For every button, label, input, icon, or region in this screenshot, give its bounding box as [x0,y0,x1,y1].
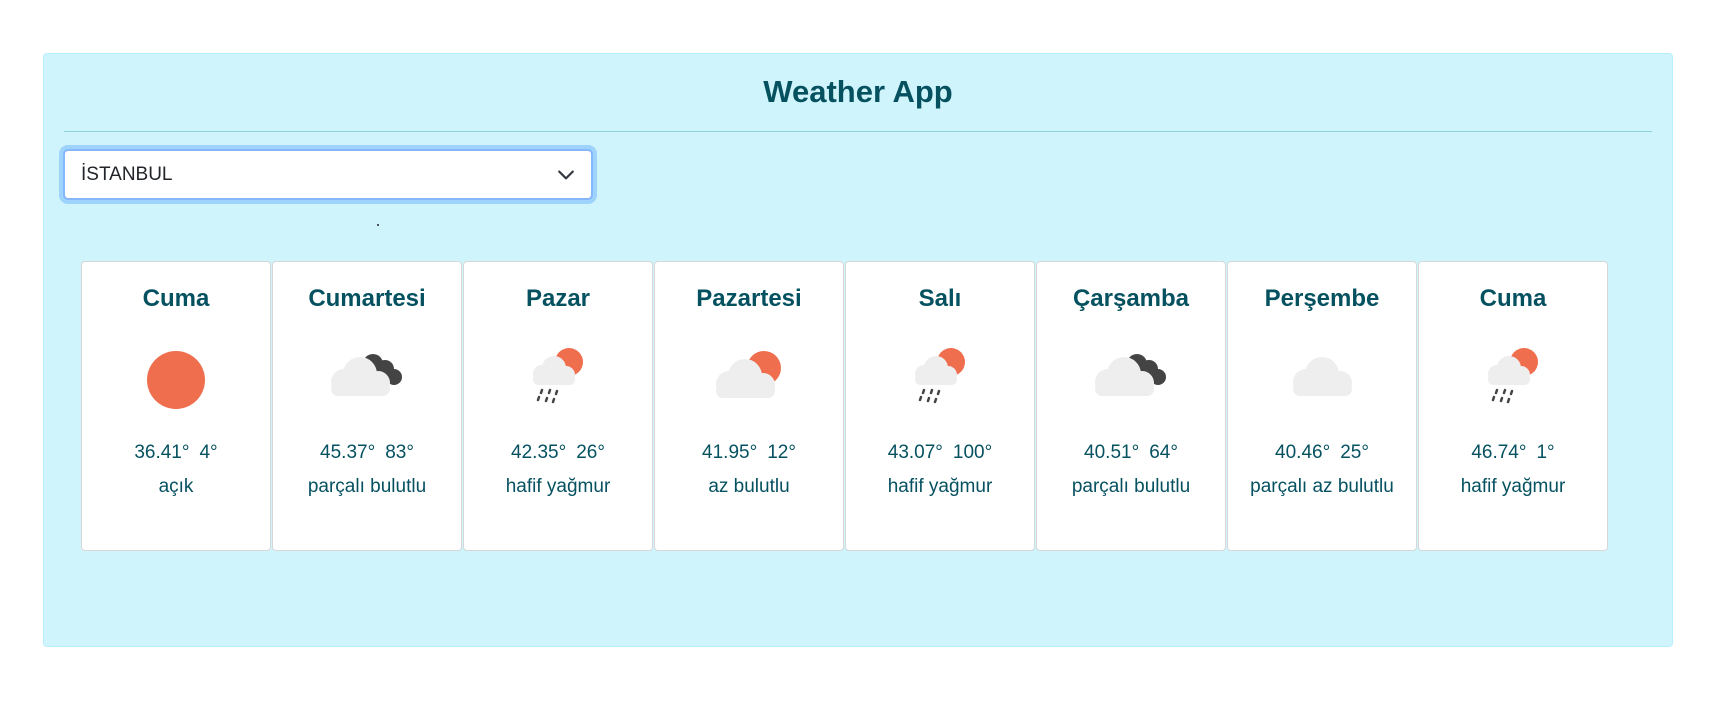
light-rain-icon [846,344,1034,416]
forecast-card: Cuma 46.74° 1° hafif yağmur [1418,261,1608,551]
weather-description: açık [158,476,194,497]
weather-description: hafif yağmur [505,476,611,497]
temperatures: 43.07° 100° [846,442,1034,464]
temp-secondary: 25° [1340,442,1369,463]
scattered-clouds-icon [1293,357,1352,396]
scattered-clouds-icon [1228,344,1416,416]
stray-dot [377,224,379,226]
chevron-down-icon [558,170,574,179]
forecast-list: Cuma 36.41° 4° açık Cumartesi 45.37° 83° p… [81,261,1609,551]
day-name: Cuma [142,285,210,312]
light-rain-icon [1488,348,1538,404]
temp-secondary: 64° [1149,442,1178,463]
city-select[interactable]: İSTANBUL [63,149,593,200]
temperatures: 45.37° 83° [273,442,461,464]
light-rain-icon [533,348,583,404]
forecast-card: Çarşamba 40.51° 64° parçalı bulutlu [1036,261,1226,551]
light-rain-icon [464,344,652,416]
forecast-card: Salı 43.07° 100° hafif yağmur [845,261,1035,551]
forecast-card: Cumartesi 45.37° 83° parçalı bulutlu [272,261,462,551]
day-name: Pazar [525,285,591,312]
temp-secondary: 100° [952,442,993,463]
day-name: Perşembe [1264,285,1380,312]
temp-main: 45.37° [320,442,376,463]
city-select-value: İSTANBUL [81,163,173,185]
day-name: Çarşamba [1072,285,1190,312]
temp-secondary: 83° [385,442,414,463]
forecast-card: Cuma 36.41° 4° açık [81,261,271,551]
clear-sun-icon [147,351,205,409]
temperatures: 42.35° 26° [464,442,652,464]
day-name: Pazartesi [696,285,802,312]
temp-main: 41.95° [702,442,758,463]
page-title: Weather App [763,74,953,109]
weather-panel: Weather App İSTANBUL Cuma 36.41° 4° açık … [43,53,1673,647]
temp-main: 46.74° [1471,442,1527,463]
broken-clouds-icon [1095,354,1166,396]
forecast-card: Perşembe 40.46° 25° parçalı az bulutlu [1227,261,1417,551]
weather-description: parçalı az bulutlu [1250,476,1394,497]
temp-secondary: 12° [767,442,796,463]
title-divider [64,131,1652,132]
day-name: Cuma [1479,285,1547,312]
clear-sun-icon [82,344,270,416]
weather-description: hafif yağmur [1460,476,1566,497]
temperatures: 41.95° 12° [655,442,843,464]
broken-clouds-icon [273,344,461,416]
light-rain-icon [1419,344,1607,416]
broken-clouds-icon [331,354,402,396]
temp-secondary: 4° [199,442,218,463]
broken-clouds-icon [1037,344,1225,416]
temp-main: 40.46° [1275,442,1331,463]
weather-description: hafif yağmur [887,476,993,497]
weather-description: parçalı bulutlu [307,476,427,497]
temperatures: 46.74° 1° [1419,442,1607,464]
temp-secondary: 1° [1536,442,1555,463]
temp-main: 40.51° [1084,442,1140,463]
day-name: Cumartesi [308,285,426,312]
forecast-card: Pazar 42.35° 26° hafif yağmur [463,261,653,551]
temperatures: 40.51° 64° [1037,442,1225,464]
temp-main: 42.35° [511,442,567,463]
weather-description: az bulutlu [708,476,790,497]
temperatures: 36.41° 4° [82,442,270,464]
few-clouds-icon [655,344,843,416]
day-name: Salı [918,285,962,312]
temp-main: 43.07° [887,442,943,463]
temp-main: 36.41° [134,442,190,463]
temperatures: 40.46° 25° [1228,442,1416,464]
weather-description: parçalı bulutlu [1071,476,1191,497]
forecast-card: Pazartesi 41.95° 12° az bulutlu [654,261,844,551]
few-clouds-icon [716,351,781,398]
temp-secondary: 26° [576,442,605,463]
light-rain-icon [915,348,965,404]
